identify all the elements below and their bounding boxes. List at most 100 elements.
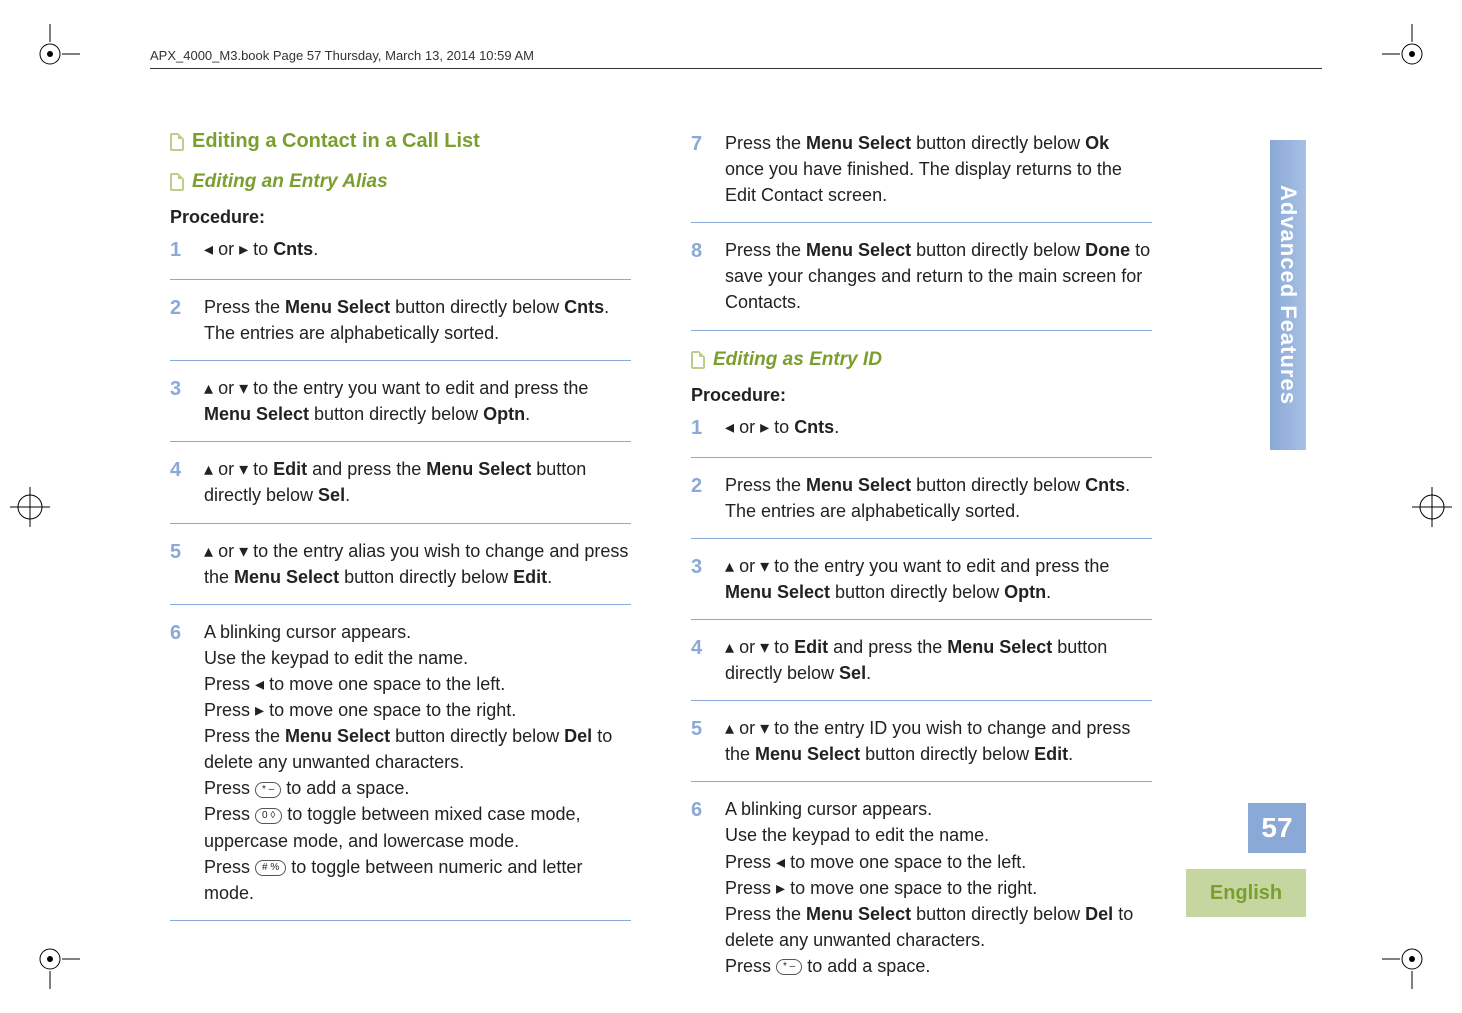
screen-label: Optn bbox=[1004, 582, 1046, 602]
nav-down-icon bbox=[760, 556, 769, 576]
nav-down-icon bbox=[760, 718, 769, 738]
step-number: 2 bbox=[691, 472, 711, 524]
nav-left-icon bbox=[255, 674, 264, 694]
step-line: Press the Menu Select button directly be… bbox=[204, 723, 631, 775]
step-number: 1 bbox=[691, 414, 711, 443]
step-text: to the entry you want to edit and press … bbox=[769, 556, 1109, 576]
step-body: Press the Menu Select button directly be… bbox=[725, 130, 1152, 208]
screen-label: Ok bbox=[1085, 133, 1109, 153]
step-text: to bbox=[774, 417, 789, 437]
step-bold: Menu Select bbox=[725, 582, 830, 602]
nav-left-icon bbox=[204, 239, 213, 259]
step-text: Press bbox=[725, 852, 776, 872]
nav-down-icon bbox=[239, 541, 248, 561]
procedure-step: 6 A blinking cursor appears. Use the key… bbox=[691, 796, 1152, 993]
nav-right-icon bbox=[239, 239, 248, 259]
step-line: Press to move one space to the left. bbox=[725, 849, 1152, 875]
step-number: 7 bbox=[691, 130, 711, 208]
procedure-step: 1 or to Cnts. bbox=[691, 414, 1152, 458]
step-text: Press bbox=[204, 778, 255, 798]
step-text: Press bbox=[204, 857, 255, 877]
screen-label: Cnts bbox=[1085, 475, 1125, 495]
step-text: Press bbox=[725, 878, 776, 898]
step-text: to bbox=[253, 239, 268, 259]
nav-down-icon bbox=[239, 459, 248, 479]
step-body: or to the entry ID you wish to change an… bbox=[725, 715, 1152, 767]
step-number: 1 bbox=[170, 236, 190, 265]
nav-down-icon bbox=[760, 637, 769, 657]
procedure-step: 7 Press the Menu Select button directly … bbox=[691, 130, 1152, 223]
step-text: to bbox=[769, 637, 794, 657]
step-text: Press bbox=[204, 674, 255, 694]
step-bold: Menu Select bbox=[806, 240, 911, 260]
screen-label: Edit bbox=[513, 567, 547, 587]
step-number: 4 bbox=[170, 456, 190, 508]
step-text: or bbox=[218, 459, 234, 479]
step-body: Press the Menu Select button directly be… bbox=[204, 294, 631, 346]
step-number: 4 bbox=[691, 634, 711, 686]
procedure-step: 2 Press the Menu Select button directly … bbox=[170, 294, 631, 361]
step-text: Press the bbox=[725, 240, 806, 260]
step-text: button directly below bbox=[911, 240, 1085, 260]
step-text: or bbox=[218, 541, 234, 561]
step-body: or to the entry you want to edit and pre… bbox=[725, 553, 1152, 605]
step-body: or to Cnts. bbox=[204, 236, 631, 265]
step-line: A blinking cursor appears. bbox=[204, 619, 631, 645]
keycap-icon: * – bbox=[776, 959, 802, 975]
nav-down-icon bbox=[239, 378, 248, 398]
step-line: Use the keypad to edit the name. bbox=[204, 645, 631, 671]
step-text: Press the bbox=[725, 133, 806, 153]
step-line: Press # % to toggle between numeric and … bbox=[204, 854, 631, 906]
step-text: or bbox=[739, 417, 755, 437]
step-text: to move one space to the right. bbox=[785, 878, 1037, 898]
step-text: . bbox=[1068, 744, 1073, 764]
nav-right-icon bbox=[776, 878, 785, 898]
subsection-title-text: Editing as Entry ID bbox=[713, 349, 882, 371]
procedure-label: Procedure: bbox=[170, 207, 631, 228]
screen-label: Edit bbox=[273, 459, 307, 479]
step-text: to move one space to the left. bbox=[264, 674, 505, 694]
step-text: button directly below bbox=[830, 582, 1004, 602]
screen-label: Sel bbox=[318, 485, 345, 505]
step-number: 3 bbox=[170, 375, 190, 427]
step-body: Press the Menu Select button directly be… bbox=[725, 237, 1152, 315]
step-number: 2 bbox=[170, 294, 190, 346]
procedure-step: 3 or to the entry you want to edit and p… bbox=[170, 375, 631, 442]
step-text: or bbox=[218, 378, 234, 398]
screen-label: Cnts bbox=[794, 417, 834, 437]
step-body: A blinking cursor appears. Use the keypa… bbox=[204, 619, 631, 906]
page-number: 57 bbox=[1248, 803, 1306, 853]
step-text: to move one space to the right. bbox=[264, 700, 516, 720]
screen-label: Done bbox=[1085, 240, 1130, 260]
right-column: 7 Press the Menu Select button directly … bbox=[691, 130, 1152, 1007]
step-text: button directly below bbox=[911, 475, 1085, 495]
subsection-title: Editing as Entry ID bbox=[691, 349, 1152, 371]
keycap-icon: 0 ◊ bbox=[255, 808, 282, 824]
header-rule bbox=[150, 68, 1322, 69]
step-text: or bbox=[218, 239, 234, 259]
section-title-text: Editing a Contact in a Call List bbox=[192, 130, 480, 153]
step-text: button directly below bbox=[309, 404, 483, 424]
step-text: . bbox=[866, 663, 871, 683]
section-title: Editing a Contact in a Call List bbox=[170, 130, 631, 153]
step-text: and press the bbox=[828, 637, 947, 657]
nav-up-icon bbox=[725, 556, 734, 576]
step-text: Press the bbox=[725, 475, 806, 495]
step-text: button directly below bbox=[390, 297, 564, 317]
step-text: once you have finished. The display retu… bbox=[725, 159, 1122, 205]
crop-mark bbox=[20, 24, 80, 84]
procedure-label: Procedure: bbox=[691, 385, 1152, 406]
screen-label: Optn bbox=[483, 404, 525, 424]
step-body: A blinking cursor appears. Use the keypa… bbox=[725, 796, 1152, 979]
step-text: Press the bbox=[204, 726, 285, 746]
step-text: to add a space. bbox=[802, 956, 930, 976]
crop-mark bbox=[20, 929, 80, 989]
step-text: . bbox=[525, 404, 530, 424]
procedure-step: 4 or to Edit and press the Menu Select b… bbox=[170, 456, 631, 523]
step-line: Use the keypad to edit the name. bbox=[725, 822, 1152, 848]
step-text: to move one space to the left. bbox=[785, 852, 1026, 872]
nav-right-icon bbox=[255, 700, 264, 720]
step-bold: Menu Select bbox=[755, 744, 860, 764]
step-text: . bbox=[834, 417, 839, 437]
step-text: . bbox=[547, 567, 552, 587]
